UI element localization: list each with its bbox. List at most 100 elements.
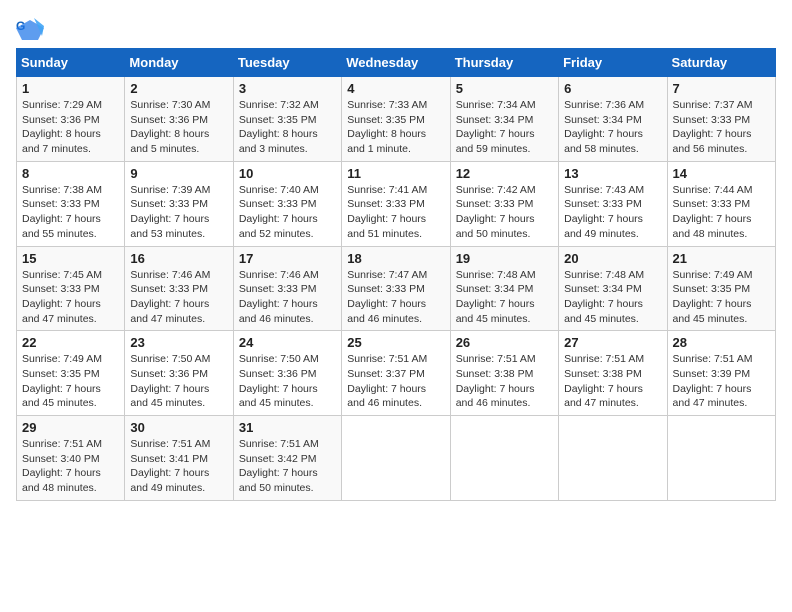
- day-info: Sunrise: 7:51 AM Sunset: 3:42 PM Dayligh…: [239, 437, 336, 496]
- logo: G: [16, 16, 48, 44]
- day-number: 26: [456, 335, 553, 350]
- day-info: Sunrise: 7:40 AM Sunset: 3:33 PM Dayligh…: [239, 183, 336, 242]
- calendar-week-5: 29Sunrise: 7:51 AM Sunset: 3:40 PM Dayli…: [17, 416, 776, 501]
- day-number: 9: [130, 166, 227, 181]
- day-number: 3: [239, 81, 336, 96]
- day-number: 21: [673, 251, 770, 266]
- weekday-header-sunday: Sunday: [17, 49, 125, 77]
- day-info: Sunrise: 7:37 AM Sunset: 3:33 PM Dayligh…: [673, 98, 770, 157]
- day-number: 13: [564, 166, 661, 181]
- day-number: 10: [239, 166, 336, 181]
- calendar-cell: 8 Sunrise: 7:38 AM Sunset: 3:33 PM Daylig…: [17, 161, 125, 246]
- calendar-cell: 1 Sunrise: 7:29 AM Sunset: 3:36 PM Daylig…: [17, 77, 125, 162]
- calendar-week-1: 1 Sunrise: 7:29 AM Sunset: 3:36 PM Daylig…: [17, 77, 776, 162]
- day-info: Sunrise: 7:47 AM Sunset: 3:33 PM Dayligh…: [347, 268, 444, 327]
- day-info: Sunrise: 7:51 AM Sunset: 3:38 PM Dayligh…: [456, 352, 553, 411]
- calendar-cell: [667, 416, 775, 501]
- calendar-body: 1 Sunrise: 7:29 AM Sunset: 3:36 PM Daylig…: [17, 77, 776, 501]
- calendar-cell: 6 Sunrise: 7:36 AM Sunset: 3:34 PM Daylig…: [559, 77, 667, 162]
- calendar-week-3: 15 Sunrise: 7:45 AM Sunset: 3:33 PM Dayli…: [17, 246, 776, 331]
- day-number: 15: [22, 251, 119, 266]
- day-number: 5: [456, 81, 553, 96]
- calendar-cell: 20 Sunrise: 7:48 AM Sunset: 3:34 PM Dayli…: [559, 246, 667, 331]
- day-number: 24: [239, 335, 336, 350]
- calendar-cell: 25Sunrise: 7:51 AM Sunset: 3:37 PM Dayli…: [342, 331, 450, 416]
- day-info: Sunrise: 7:42 AM Sunset: 3:33 PM Dayligh…: [456, 183, 553, 242]
- day-number: 14: [673, 166, 770, 181]
- day-number: 20: [564, 251, 661, 266]
- day-number: 2: [130, 81, 227, 96]
- day-info: Sunrise: 7:51 AM Sunset: 3:38 PM Dayligh…: [564, 352, 661, 411]
- day-info: Sunrise: 7:49 AM Sunset: 3:35 PM Dayligh…: [22, 352, 119, 411]
- day-number: 27: [564, 335, 661, 350]
- day-info: Sunrise: 7:51 AM Sunset: 3:39 PM Dayligh…: [673, 352, 770, 411]
- day-number: 25: [347, 335, 444, 350]
- day-info: Sunrise: 7:50 AM Sunset: 3:36 PM Dayligh…: [239, 352, 336, 411]
- calendar-cell: 7Sunrise: 7:37 AM Sunset: 3:33 PM Daylig…: [667, 77, 775, 162]
- weekday-header-friday: Friday: [559, 49, 667, 77]
- calendar-cell: 19 Sunrise: 7:48 AM Sunset: 3:34 PM Dayli…: [450, 246, 558, 331]
- day-info: Sunrise: 7:48 AM Sunset: 3:34 PM Dayligh…: [456, 268, 553, 327]
- calendar-table: SundayMondayTuesdayWednesdayThursdayFrid…: [16, 48, 776, 501]
- day-number: 12: [456, 166, 553, 181]
- day-number: 8: [22, 166, 119, 181]
- day-number: 16: [130, 251, 227, 266]
- calendar-cell: 28 Sunrise: 7:51 AM Sunset: 3:39 PM Dayli…: [667, 331, 775, 416]
- calendar-cell: 3 Sunrise: 7:32 AM Sunset: 3:35 PM Daylig…: [233, 77, 341, 162]
- day-number: 28: [673, 335, 770, 350]
- calendar-cell: 31 Sunrise: 7:51 AM Sunset: 3:42 PM Dayli…: [233, 416, 341, 501]
- day-info: Sunrise: 7:33 AM Sunset: 3:35 PM Dayligh…: [347, 98, 444, 157]
- calendar-cell: 12 Sunrise: 7:42 AM Sunset: 3:33 PM Dayli…: [450, 161, 558, 246]
- calendar-cell: 5 Sunrise: 7:34 AM Sunset: 3:34 PM Daylig…: [450, 77, 558, 162]
- day-info: Sunrise: 7:38 AM Sunset: 3:33 PM Dayligh…: [22, 183, 119, 242]
- day-number: 11: [347, 166, 444, 181]
- calendar-cell: 24 Sunrise: 7:50 AM Sunset: 3:36 PM Dayli…: [233, 331, 341, 416]
- day-number: 23: [130, 335, 227, 350]
- page-header: G: [16, 16, 776, 44]
- weekday-header-saturday: Saturday: [667, 49, 775, 77]
- calendar-cell: 30 Sunrise: 7:51 AM Sunset: 3:41 PM Dayli…: [125, 416, 233, 501]
- calendar-cell: 10 Sunrise: 7:40 AM Sunset: 3:33 PM Dayli…: [233, 161, 341, 246]
- day-info: Sunrise: 7:34 AM Sunset: 3:34 PM Dayligh…: [456, 98, 553, 157]
- day-number: 6: [564, 81, 661, 96]
- day-info: Sunrise: 7:51 AM Sunset: 3:41 PM Dayligh…: [130, 437, 227, 496]
- day-info: Sunrise: 7:46 AM Sunset: 3:33 PM Dayligh…: [239, 268, 336, 327]
- weekday-header-wednesday: Wednesday: [342, 49, 450, 77]
- logo-icon: G: [16, 16, 44, 44]
- calendar-cell: 27 Sunrise: 7:51 AM Sunset: 3:38 PM Dayli…: [559, 331, 667, 416]
- day-number: 17: [239, 251, 336, 266]
- day-info: Sunrise: 7:45 AM Sunset: 3:33 PM Dayligh…: [22, 268, 119, 327]
- day-info: Sunrise: 7:49 AM Sunset: 3:35 PM Dayligh…: [673, 268, 770, 327]
- day-info: Sunrise: 7:44 AM Sunset: 3:33 PM Dayligh…: [673, 183, 770, 242]
- calendar-cell: 11 Sunrise: 7:41 AM Sunset: 3:33 PM Dayli…: [342, 161, 450, 246]
- calendar-cell: [559, 416, 667, 501]
- day-info: Sunrise: 7:29 AM Sunset: 3:36 PM Dayligh…: [22, 98, 119, 157]
- day-number: 31: [239, 420, 336, 435]
- day-info: Sunrise: 7:43 AM Sunset: 3:33 PM Dayligh…: [564, 183, 661, 242]
- day-number: 30: [130, 420, 227, 435]
- calendar-cell: 22 Sunrise: 7:49 AM Sunset: 3:35 PM Dayli…: [17, 331, 125, 416]
- calendar-cell: 18Sunrise: 7:47 AM Sunset: 3:33 PM Dayli…: [342, 246, 450, 331]
- calendar-cell: [342, 416, 450, 501]
- day-info: Sunrise: 7:30 AM Sunset: 3:36 PM Dayligh…: [130, 98, 227, 157]
- day-info: Sunrise: 7:48 AM Sunset: 3:34 PM Dayligh…: [564, 268, 661, 327]
- calendar-cell: 15 Sunrise: 7:45 AM Sunset: 3:33 PM Dayli…: [17, 246, 125, 331]
- day-info: Sunrise: 7:36 AM Sunset: 3:34 PM Dayligh…: [564, 98, 661, 157]
- weekday-header-tuesday: Tuesday: [233, 49, 341, 77]
- calendar-week-4: 22 Sunrise: 7:49 AM Sunset: 3:35 PM Dayli…: [17, 331, 776, 416]
- calendar-cell: 13 Sunrise: 7:43 AM Sunset: 3:33 PM Dayli…: [559, 161, 667, 246]
- day-number: 1: [22, 81, 119, 96]
- weekday-header-monday: Monday: [125, 49, 233, 77]
- day-number: 19: [456, 251, 553, 266]
- calendar-header: SundayMondayTuesdayWednesdayThursdayFrid…: [17, 49, 776, 77]
- calendar-cell: 26 Sunrise: 7:51 AM Sunset: 3:38 PM Dayli…: [450, 331, 558, 416]
- calendar-cell: 17 Sunrise: 7:46 AM Sunset: 3:33 PM Dayli…: [233, 246, 341, 331]
- calendar-cell: 4Sunrise: 7:33 AM Sunset: 3:35 PM Daylig…: [342, 77, 450, 162]
- calendar-cell: 2 Sunrise: 7:30 AM Sunset: 3:36 PM Daylig…: [125, 77, 233, 162]
- day-number: 22: [22, 335, 119, 350]
- weekday-header-thursday: Thursday: [450, 49, 558, 77]
- calendar-cell: 23Sunrise: 7:50 AM Sunset: 3:36 PM Dayli…: [125, 331, 233, 416]
- day-info: Sunrise: 7:41 AM Sunset: 3:33 PM Dayligh…: [347, 183, 444, 242]
- day-info: Sunrise: 7:32 AM Sunset: 3:35 PM Dayligh…: [239, 98, 336, 157]
- day-info: Sunrise: 7:46 AM Sunset: 3:33 PM Dayligh…: [130, 268, 227, 327]
